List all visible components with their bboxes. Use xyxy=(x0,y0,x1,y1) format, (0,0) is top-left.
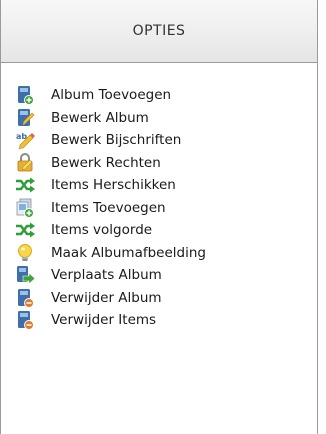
options-panel: OPTIES Album Toevoegen Bewerk Album ab B… xyxy=(0,0,318,434)
menu-item-label: Bewerk Album xyxy=(51,109,149,126)
panel-header: OPTIES xyxy=(1,0,317,63)
menu-item-delete-items[interactable]: Verwijder Items xyxy=(1,309,317,332)
menu-item-label: Items volgorde xyxy=(51,222,153,239)
reorder-icon xyxy=(15,220,35,240)
menu-item-edit-permissions[interactable]: Bewerk Rechten xyxy=(1,152,317,175)
album-add-icon xyxy=(15,85,35,106)
menu-item-label: Album Toevoegen xyxy=(51,87,172,104)
menu-item-label: Verplaats Album xyxy=(51,267,162,284)
menu-item-label: Items Herschikken xyxy=(51,177,176,194)
panel-title: OPTIES xyxy=(132,23,186,39)
menu-item-edit-captions[interactable]: ab Bewerk Bijschriften xyxy=(1,129,317,152)
shuffle-icon xyxy=(15,175,35,195)
options-menu: Album Toevoegen Bewerk Album ab Bewerk B… xyxy=(1,63,317,332)
album-delete-icon xyxy=(15,288,35,308)
lightbulb-icon xyxy=(15,243,35,263)
menu-item-make-album-image[interactable]: Maak Albumafbeelding xyxy=(1,242,317,265)
move-album-icon xyxy=(15,265,35,285)
menu-item-album-add[interactable]: Album Toevoegen xyxy=(1,84,317,107)
edit-permissions-icon xyxy=(15,152,35,173)
menu-item-label: Bewerk Rechten xyxy=(51,154,161,171)
menu-item-label: Items Toevoegen xyxy=(51,199,166,216)
menu-item-label: Verwijder Items xyxy=(51,312,157,329)
menu-item-items-order[interactable]: Items volgorde xyxy=(1,219,317,242)
menu-item-album-edit[interactable]: Bewerk Album xyxy=(1,107,317,130)
menu-item-label: Maak Albumafbeelding xyxy=(51,244,206,261)
menu-item-move-album[interactable]: Verplaats Album xyxy=(1,264,317,287)
items-delete-icon xyxy=(15,310,35,331)
menu-item-items-add[interactable]: Items Toevoegen xyxy=(1,197,317,220)
album-edit-icon xyxy=(15,108,35,128)
menu-item-items-shuffle[interactable]: Items Herschikken xyxy=(1,174,317,197)
menu-item-delete-album[interactable]: Verwijder Album xyxy=(1,287,317,310)
items-add-icon xyxy=(15,198,35,218)
menu-item-label: Verwijder Album xyxy=(51,289,162,306)
menu-item-label: Bewerk Bijschriften xyxy=(51,132,182,149)
edit-captions-icon: ab xyxy=(15,130,35,150)
